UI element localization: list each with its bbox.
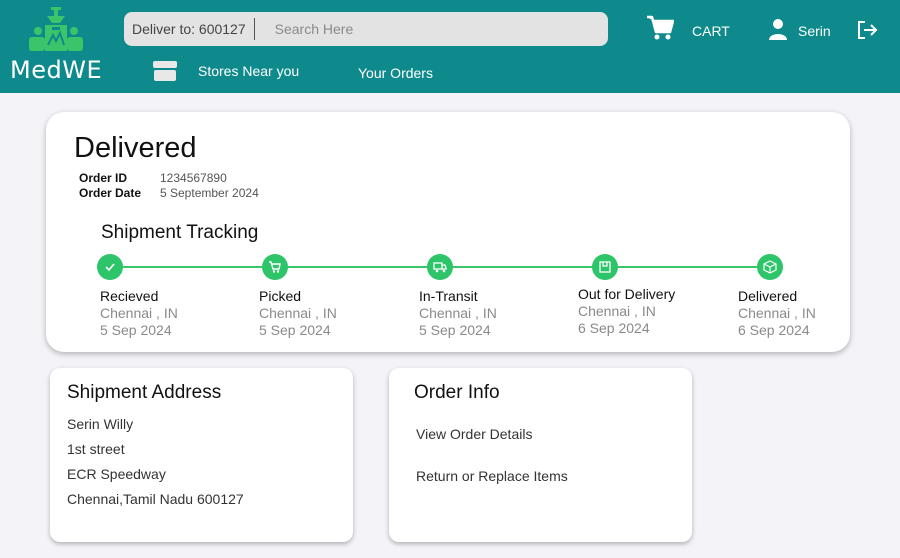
order-status-title: Delivered xyxy=(74,132,197,164)
order-date-label: Order Date xyxy=(79,186,142,200)
step-label: Delivered xyxy=(738,288,798,304)
step-label: Picked xyxy=(259,288,302,304)
tracking-step-received: Recieved Chennai , IN 5 Sep 2024 xyxy=(100,288,240,339)
stores-near-you-label: Stores Near you xyxy=(198,63,300,79)
order-id-value: 1234567890 xyxy=(160,171,227,185)
tracking-step-in-transit: In-Transit Chennai , IN 5 Sep 2024 xyxy=(419,288,559,339)
step-delivered-indicator xyxy=(757,254,783,280)
step-label: Recieved xyxy=(100,288,159,304)
search-input[interactable] xyxy=(274,21,575,37)
check-icon xyxy=(105,263,115,272)
shipment-address-title: Shipment Address xyxy=(67,382,222,403)
step-date: 5 Sep 2024 xyxy=(419,322,491,338)
logo-text[interactable]: MedWE xyxy=(10,56,102,84)
address-line: ECR Speedway xyxy=(67,466,166,482)
shipment-tracking-title: Shipment Tracking xyxy=(101,222,259,243)
tracking-step-out-for-delivery: Out for Delivery Chennai , IN 6 Sep 2024 xyxy=(578,286,718,337)
step-location: Chennai , IN xyxy=(259,305,337,321)
order-id-label: Order ID xyxy=(79,171,128,185)
return-replace-items-link[interactable]: Return or Replace Items xyxy=(416,468,568,484)
view-order-details-link[interactable]: View Order Details xyxy=(416,426,532,442)
order-info-title: Order Info xyxy=(414,382,500,403)
step-location: Chennai , IN xyxy=(100,305,178,321)
address-line: Serin Willy xyxy=(67,416,134,432)
package-icon xyxy=(763,260,777,274)
user-name: Serin xyxy=(798,23,831,39)
step-date: 5 Sep 2024 xyxy=(100,322,172,338)
step-date: 6 Sep 2024 xyxy=(578,320,650,336)
order-date-value: 5 September 2024 xyxy=(160,186,259,200)
address-line: Chennai,Tamil Nadu 600127 xyxy=(67,491,244,507)
search-bar: Deliver to: 600127 xyxy=(124,12,608,46)
cart-icon xyxy=(269,261,281,273)
tracking-step-picked: Picked Chennai , IN 5 Sep 2024 xyxy=(259,288,399,339)
cart-label: CART xyxy=(692,23,730,39)
store-icon xyxy=(153,61,177,81)
step-picked-indicator xyxy=(262,254,288,280)
deliver-to-location[interactable]: Deliver to: 600127 xyxy=(124,18,255,40)
step-out-for-delivery-indicator xyxy=(592,254,618,280)
step-location: Chennai , IN xyxy=(738,305,816,321)
cart-button[interactable]: CART xyxy=(646,15,730,41)
user-icon xyxy=(769,19,787,40)
your-orders-link[interactable]: Your Orders xyxy=(358,65,433,81)
logout-icon[interactable] xyxy=(856,20,878,40)
medwe-logo-icon[interactable] xyxy=(27,7,85,53)
step-in-transit-indicator xyxy=(427,254,453,280)
step-date: 5 Sep 2024 xyxy=(259,322,331,338)
stores-near-you-link[interactable]: Stores Near you xyxy=(152,60,299,82)
truck-icon xyxy=(433,262,447,273)
step-label: In-Transit xyxy=(419,288,478,304)
step-location: Chennai , IN xyxy=(578,303,656,319)
tracking-step-delivered: Delivered Chennai , IN 6 Sep 2024 xyxy=(738,288,838,339)
cart-icon xyxy=(647,15,674,40)
user-profile-button[interactable]: Serin xyxy=(768,18,831,40)
delivery-box-icon xyxy=(599,261,611,273)
step-received-indicator xyxy=(97,254,123,280)
address-line: 1st street xyxy=(67,441,125,457)
step-label: Out for Delivery xyxy=(578,286,676,302)
step-location: Chennai , IN xyxy=(419,305,497,321)
top-nav-bar: MedWE Deliver to: 600127 CART Serin Stor… xyxy=(0,0,900,93)
step-date: 6 Sep 2024 xyxy=(738,322,810,338)
